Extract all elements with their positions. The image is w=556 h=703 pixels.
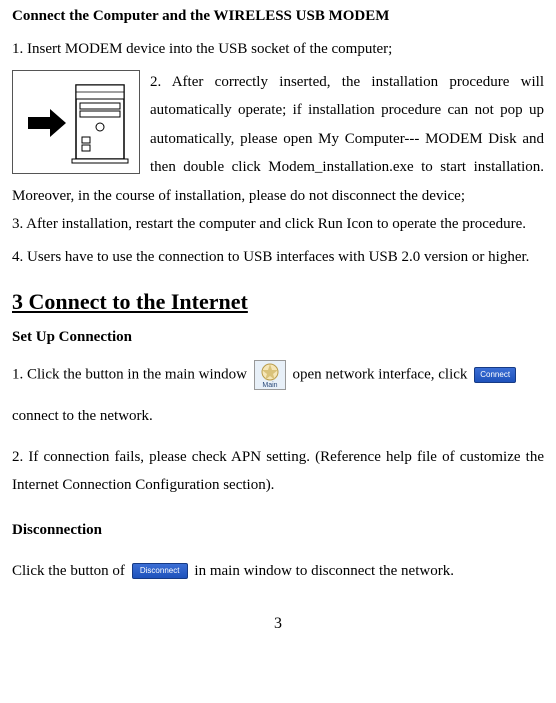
page-number: 3 — [12, 615, 544, 633]
setup-step-1: 1. Click the button in the main window M… — [12, 360, 544, 431]
step-2-block: 2. After correctly inserted, the install… — [12, 68, 544, 211]
connect-button-image: Connect — [474, 367, 516, 383]
disconnect-button-image: Disconnect — [132, 563, 188, 579]
disconnection-heading: Disconnection — [12, 522, 544, 539]
section-connect-internet-title: 3 Connect to the Internet — [12, 289, 544, 315]
step-3: 3. After installation, restart the compu… — [12, 210, 544, 239]
modem-insert-figure — [12, 70, 140, 174]
svg-text:Main: Main — [262, 382, 277, 389]
section-connect-computer-title: Connect the Computer and the WIRELESS US… — [12, 8, 544, 25]
disconnection-text-b: in main window to disconnect the network… — [194, 563, 454, 579]
setup-step-1-text-c: connect to the network. — [12, 402, 153, 431]
disconnection-step: Click the button of Disconnect in main w… — [12, 557, 544, 586]
step-4: 4. Users have to use the connection to U… — [12, 243, 544, 272]
setup-step-1-text-b: open network interface, click — [292, 366, 471, 382]
disconnection-text-a: Click the button of — [12, 563, 129, 579]
computer-tower-icon — [16, 77, 136, 167]
setup-step-2: 2. If connection fails, please check APN… — [12, 443, 544, 500]
step-1: 1. Insert MODEM device into the USB sock… — [12, 35, 544, 64]
setup-step-1-text-a: 1. Click the button in the main window — [12, 366, 251, 382]
main-window-icon: Main — [254, 360, 286, 390]
setup-connection-heading: Set Up Connection — [12, 329, 544, 346]
